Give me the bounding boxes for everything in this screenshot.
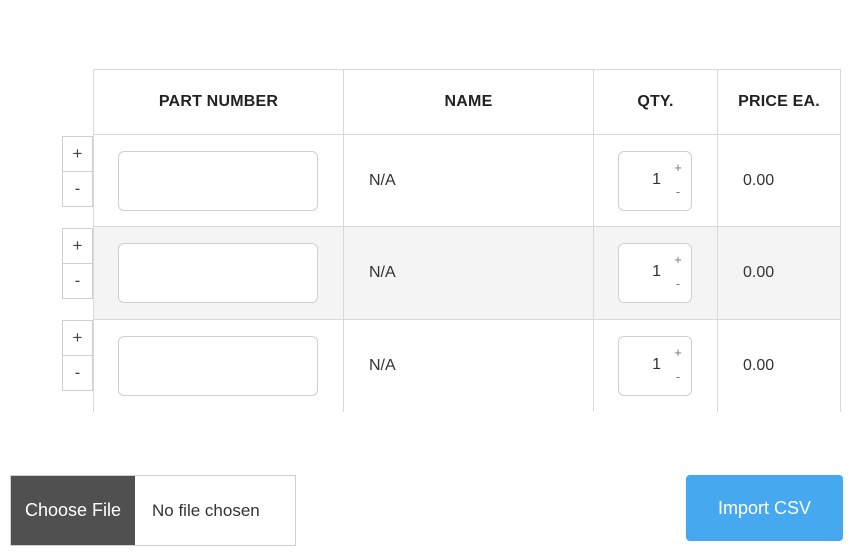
qty-decrease-button[interactable]: -	[672, 370, 684, 383]
quantity-value: 1	[652, 356, 661, 373]
header-name: NAME	[344, 70, 594, 134]
qty-decrease-button[interactable]: -	[672, 277, 684, 290]
price-cell: 0.00	[718, 135, 840, 226]
part-number-cell	[94, 227, 344, 319]
table-header: PART NUMBER NAME QTY. PRICE EA.	[94, 70, 840, 135]
add-row-button[interactable]: +	[63, 229, 92, 263]
quantity-stepper[interactable]: 1 + -	[618, 151, 692, 211]
part-number-input[interactable]	[118, 151, 318, 211]
table-row: N/A 1 + - 0.00	[94, 135, 840, 227]
quantity-stepper[interactable]: 1 + -	[618, 243, 692, 303]
row-controls: + -	[62, 136, 93, 207]
part-name: N/A	[369, 264, 396, 281]
add-row-button[interactable]: +	[63, 137, 92, 171]
part-number-input[interactable]	[118, 336, 318, 396]
header-price: PRICE EA.	[738, 93, 820, 110]
file-status-text: No file chosen	[152, 500, 260, 520]
row-controls: + -	[62, 320, 93, 391]
part-name: N/A	[369, 171, 396, 189]
import-csv-button[interactable]: Import CSV	[686, 475, 843, 541]
qty-cell: 1 + -	[594, 320, 718, 412]
qty-cell: 1 + -	[594, 135, 718, 226]
header-part-number: PART NUMBER	[94, 70, 344, 134]
quantity-stepper[interactable]: 1 + -	[618, 336, 692, 396]
price-value: 0.00	[743, 264, 775, 281]
name-cell: N/A	[344, 320, 594, 412]
header-qty: QTY.	[594, 70, 718, 134]
quantity-value: 1	[652, 171, 661, 188]
part-number-cell	[94, 135, 344, 226]
qty-increase-button[interactable]: +	[672, 346, 684, 359]
name-cell: N/A	[344, 227, 594, 319]
qty-cell: 1 + -	[594, 227, 718, 319]
qty-increase-button[interactable]: +	[672, 161, 684, 174]
price-cell: 0.00	[718, 227, 840, 319]
table-row: N/A 1 + - 0.00	[94, 227, 840, 320]
remove-row-button[interactable]: -	[63, 355, 92, 390]
file-picker: Choose File No file chosen	[10, 475, 296, 546]
table-row: N/A 1 + - 0.00	[94, 320, 840, 412]
row-controls: + -	[62, 228, 93, 299]
add-row-button[interactable]: +	[63, 321, 92, 355]
part-name: N/A	[369, 357, 396, 374]
price-value: 0.00	[743, 357, 775, 374]
choose-file-button[interactable]: Choose File	[11, 476, 135, 545]
name-cell: N/A	[344, 135, 594, 226]
qty-decrease-button[interactable]: -	[672, 185, 684, 198]
remove-row-button[interactable]: -	[63, 263, 92, 298]
remove-row-button[interactable]: -	[63, 171, 92, 206]
quantity-value: 1	[652, 263, 661, 280]
part-number-input[interactable]	[118, 243, 318, 303]
part-number-cell	[94, 320, 344, 412]
price-cell: 0.00	[718, 320, 840, 412]
price-value: 0.00	[743, 171, 775, 189]
qty-increase-button[interactable]: +	[672, 253, 684, 266]
order-table: PART NUMBER NAME QTY. PRICE EA. N/A 1 + …	[93, 69, 841, 412]
